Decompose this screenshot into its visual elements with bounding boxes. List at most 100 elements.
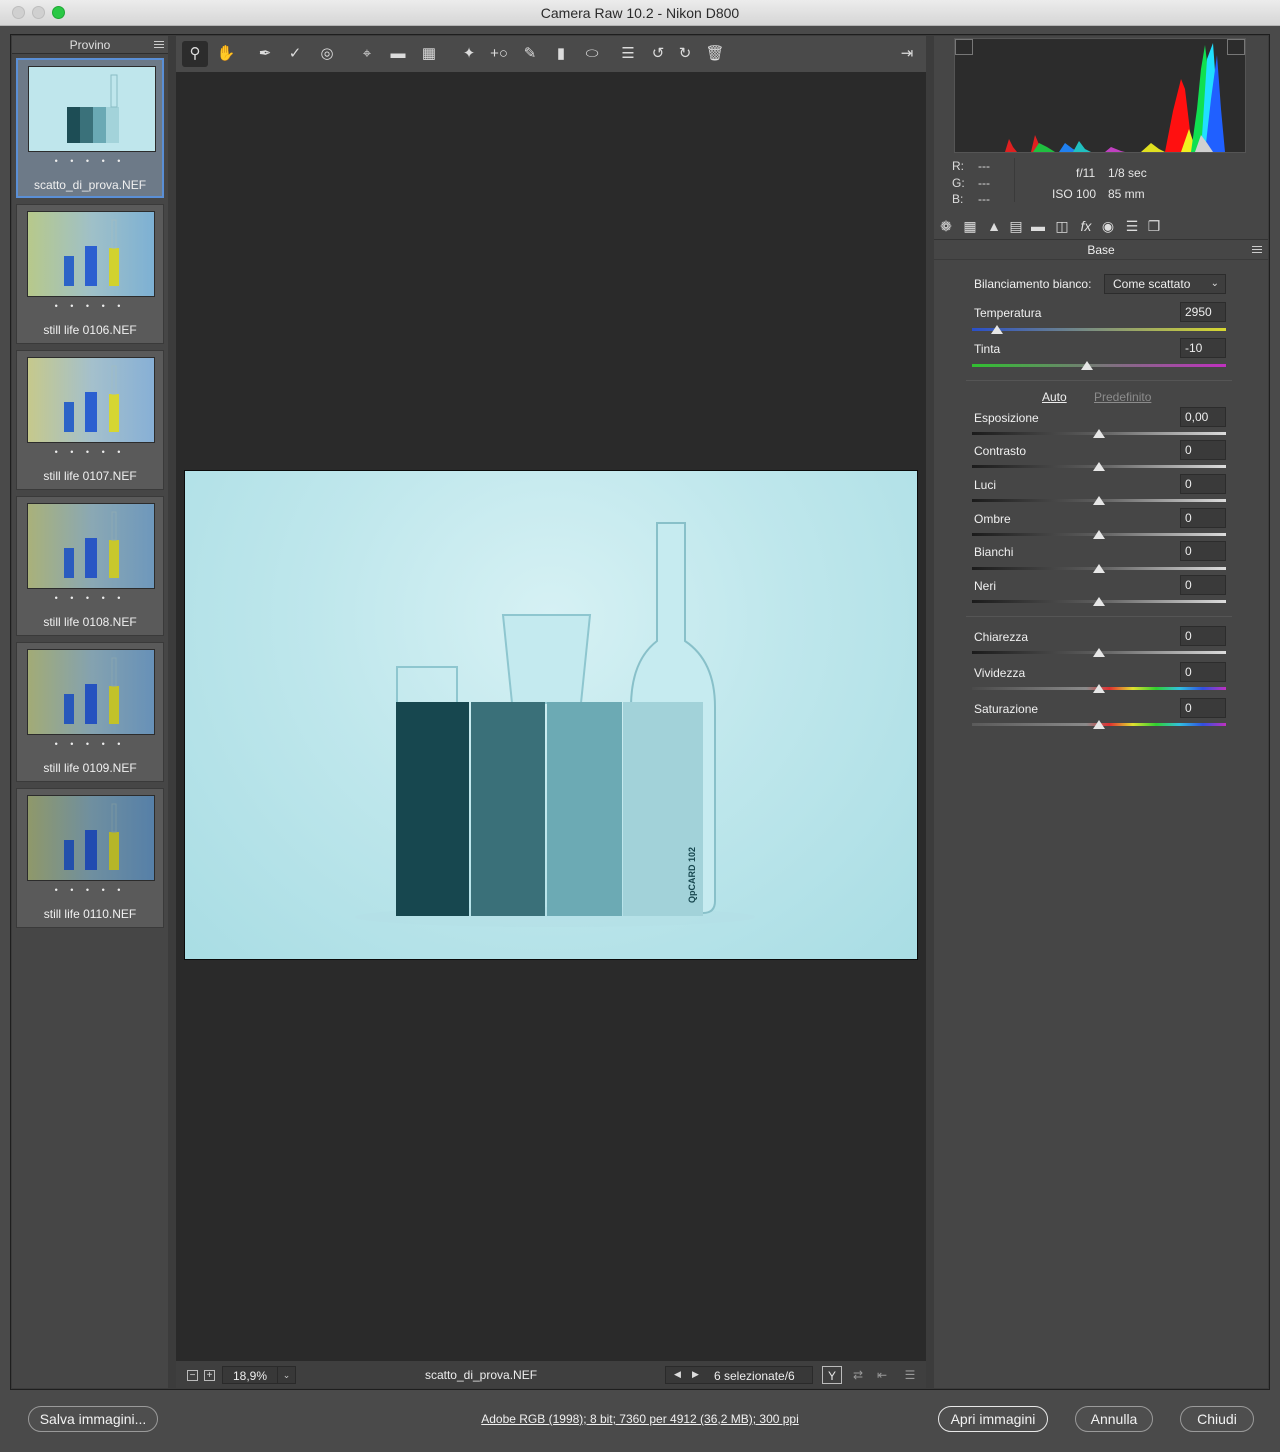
toggle-settings-icon[interactable]: ☰ xyxy=(900,1366,920,1384)
red-eye-icon[interactable]: +○ xyxy=(486,41,512,67)
filmstrip-menu-icon[interactable] xyxy=(154,39,164,49)
filmstrip-item-name: still life 0110.NEF xyxy=(43,907,137,921)
previous-image-icon[interactable]: ◀ xyxy=(674,1369,681,1380)
presets-tab-icon[interactable]: ☰ xyxy=(1122,216,1142,236)
swap-settings-icon[interactable]: ⇄ xyxy=(848,1366,868,1384)
target-adjust-icon[interactable]: ◎ xyxy=(314,41,340,67)
contrast-label: Contrasto xyxy=(974,444,1027,458)
hand-icon[interactable]: ✋ xyxy=(213,41,239,67)
filmstrip-item[interactable]: • • • • • still life 0107.NEF xyxy=(16,350,164,490)
exposure-slider-thumb[interactable] xyxy=(1093,429,1105,438)
color-sampler-icon[interactable]: ✓ xyxy=(282,41,308,67)
filmstrip-item-name: still life 0107.NEF xyxy=(43,469,137,483)
filmstrip-item[interactable]: • • • • • still life 0110.NEF xyxy=(16,788,164,928)
vibrance-slider-thumb[interactable] xyxy=(1093,684,1105,693)
effects-tab-icon[interactable]: fx xyxy=(1076,216,1096,236)
saturation-input[interactable]: 0 xyxy=(1180,698,1226,718)
highlights-input[interactable]: 0 xyxy=(1180,474,1226,494)
adjustments-panel: R: --- G: --- B: --- f/11 1/8 sec ISO 100 8… xyxy=(934,36,1268,1388)
tint-slider-track[interactable] xyxy=(972,364,1226,367)
copy-settings-icon[interactable]: ⇤ xyxy=(872,1366,892,1384)
rating-dots[interactable]: • • • • • xyxy=(18,156,162,166)
b-value: --- xyxy=(978,192,990,206)
camera-calibration-tab-icon[interactable]: ◉ xyxy=(1098,216,1118,236)
clarity-slider-thumb[interactable] xyxy=(1093,648,1105,657)
default-link[interactable]: Predefinito xyxy=(1094,390,1151,404)
before-after-icon[interactable]: Y xyxy=(822,1366,842,1384)
shadows-slider-thumb[interactable] xyxy=(1093,530,1105,539)
rating-dots[interactable]: • • • • • xyxy=(17,593,163,603)
temperature-slider-thumb[interactable] xyxy=(991,325,1003,334)
rotate-left-icon[interactable]: ↺ xyxy=(645,41,671,67)
saturation-label: Saturazione xyxy=(974,702,1039,716)
export-icon[interactable]: ⇥ xyxy=(894,41,920,67)
saturation-slider-thumb[interactable] xyxy=(1093,720,1105,729)
radial-filter-icon[interactable]: ⬭ xyxy=(579,41,605,67)
whites-input[interactable]: 0 xyxy=(1180,541,1226,561)
highlights-slider-thumb[interactable] xyxy=(1093,496,1105,505)
split-toning-tab-icon[interactable]: ▬ xyxy=(1028,216,1048,236)
blacks-input[interactable]: 0 xyxy=(1180,575,1226,595)
selection-count: 6 selezionate/6 xyxy=(714,1369,795,1383)
done-button[interactable]: Chiudi xyxy=(1180,1406,1254,1432)
exposure-input[interactable]: 0,00 xyxy=(1180,407,1226,427)
rating-dots[interactable]: • • • • • xyxy=(17,739,163,749)
filmstrip-item[interactable]: • • • • • scatto_di_prova.NEF xyxy=(16,58,164,198)
white-balance-icon[interactable]: ✒ xyxy=(252,41,278,67)
vibrance-input[interactable]: 0 xyxy=(1180,662,1226,682)
spot-removal-icon[interactable]: ✦ xyxy=(456,41,482,67)
contrast-slider-thumb[interactable] xyxy=(1093,462,1105,471)
panel-menu-icon[interactable] xyxy=(1252,244,1262,254)
rating-dots[interactable]: • • • • • xyxy=(17,301,163,311)
filmstrip-header: Provino xyxy=(12,36,168,54)
next-image-icon[interactable]: ▶ xyxy=(692,1369,699,1380)
thumbnail-image xyxy=(28,66,156,152)
crop-icon[interactable]: ⌖ xyxy=(354,41,380,67)
lens-corrections-tab-icon[interactable]: ◫ xyxy=(1052,216,1072,236)
presets-list-icon[interactable]: ☰ xyxy=(615,41,641,67)
tone-curve-tab-icon[interactable]: ▦ xyxy=(960,216,980,236)
temperature-slider-track[interactable] xyxy=(972,328,1226,331)
thumbnail-image xyxy=(27,795,155,881)
open-images-button[interactable]: Apri immagini xyxy=(938,1406,1048,1432)
vibrance-label: Vividezza xyxy=(974,666,1026,680)
g-value: --- xyxy=(978,176,990,190)
rating-dots[interactable]: • • • • • xyxy=(17,885,163,895)
rating-dots[interactable]: • • • • • xyxy=(17,447,163,457)
current-filename: scatto_di_prova.NEF xyxy=(424,1368,538,1382)
filmstrip-panel: Provino • • • • • scatto_di_prova.NEF • … xyxy=(12,36,168,1388)
transform-icon[interactable]: ▦ xyxy=(416,41,442,67)
blacks-slider-thumb[interactable] xyxy=(1093,597,1105,606)
auto-link[interactable]: Auto xyxy=(1042,390,1067,404)
graduated-filter-icon[interactable]: ▮ xyxy=(548,41,574,67)
filmstrip-item-name: still life 0108.NEF xyxy=(43,615,137,629)
exposure-label: Esposizione xyxy=(974,411,1039,425)
thumbnail-image xyxy=(27,357,155,443)
straighten-icon[interactable]: ▬ xyxy=(385,41,411,67)
detail-tab-icon[interactable]: ▲ xyxy=(984,216,1004,236)
trash-icon[interactable]: 🗑 xyxy=(702,41,728,67)
zoom-icon[interactable]: ⚲ xyxy=(182,41,208,67)
tint-label: Tinta xyxy=(974,342,1001,356)
filmstrip-item[interactable]: • • • • • still life 0106.NEF xyxy=(16,204,164,344)
readout-divider xyxy=(1014,158,1015,202)
temperature-input[interactable]: 2950 xyxy=(1180,302,1226,322)
whites-slider-thumb[interactable] xyxy=(1093,564,1105,573)
snapshots-tab-icon[interactable]: ❐ xyxy=(1144,216,1164,236)
tint-input[interactable]: -10 xyxy=(1180,338,1226,358)
clarity-input[interactable]: 0 xyxy=(1180,626,1226,646)
highlights-label: Luci xyxy=(974,478,997,492)
contrast-input[interactable]: 0 xyxy=(1180,440,1226,460)
adjustment-brush-icon[interactable]: ✎ xyxy=(517,41,543,67)
filmstrip-item[interactable]: • • • • • still life 0108.NEF xyxy=(16,496,164,636)
rotate-right-icon[interactable]: ↻ xyxy=(672,41,698,67)
filmstrip-item[interactable]: • • • • • still life 0109.NEF xyxy=(16,642,164,782)
image-preview-area[interactable]: QpCARD 102 xyxy=(176,72,926,1360)
cancel-button[interactable]: Annulla xyxy=(1075,1406,1153,1432)
hsl-tab-icon[interactable]: ▤ xyxy=(1006,216,1026,236)
tint-slider-thumb[interactable] xyxy=(1081,361,1093,370)
basic-tab-icon[interactable]: ❁ xyxy=(936,216,956,236)
white-balance-select[interactable]: Come scattato ⌄ xyxy=(1104,274,1226,294)
filmstrip-item-name: still life 0109.NEF xyxy=(43,761,137,775)
shadows-input[interactable]: 0 xyxy=(1180,508,1226,528)
